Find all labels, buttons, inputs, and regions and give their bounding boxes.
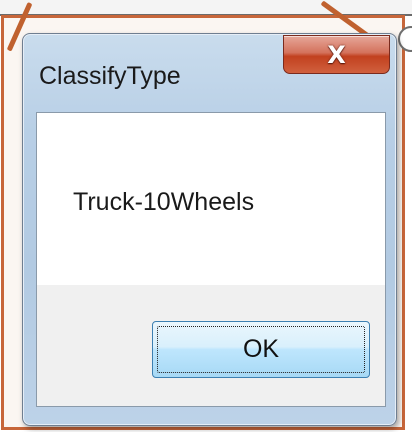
message-dialog: ClassifyType X Truck-10Wheels OK xyxy=(22,33,397,426)
message-area: Truck-10Wheels xyxy=(37,113,385,285)
close-button[interactable]: X xyxy=(283,35,390,74)
message-text: Truck-10Wheels xyxy=(73,188,255,216)
dialog-title: ClassifyType xyxy=(39,62,181,90)
ok-button[interactable]: OK xyxy=(152,321,370,378)
dialog-client-area: Truck-10Wheels OK xyxy=(36,112,386,407)
ok-button-label: OK xyxy=(242,335,280,363)
dialog-titlebar[interactable]: ClassifyType X xyxy=(23,34,396,112)
close-icon: X xyxy=(327,40,346,69)
background-window-strip xyxy=(0,0,412,16)
